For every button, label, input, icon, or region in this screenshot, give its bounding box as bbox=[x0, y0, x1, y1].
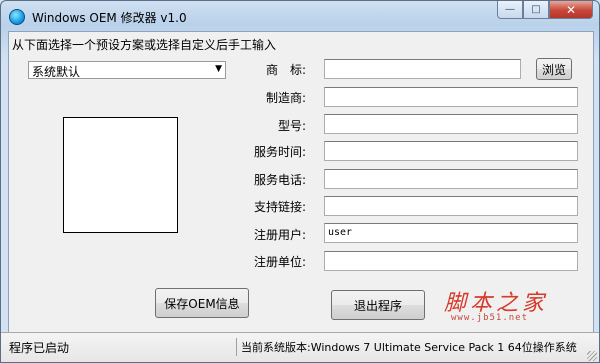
model-input[interactable] bbox=[324, 114, 578, 134]
trademark-input[interactable] bbox=[324, 59, 521, 79]
exit-button[interactable]: 退出程序 bbox=[331, 290, 425, 320]
status-divider bbox=[236, 338, 237, 356]
support-hours-input[interactable] bbox=[324, 141, 578, 161]
manufacturer-input[interactable] bbox=[324, 87, 578, 107]
registered-organization-input[interactable] bbox=[324, 251, 578, 271]
support-phone-label: 服务电话: bbox=[253, 173, 306, 187]
registered-owner-label: 注册用户: bbox=[253, 228, 306, 242]
manufacturer-label: 制造商: bbox=[265, 91, 306, 105]
chevron-down-icon: ▼ bbox=[215, 64, 222, 74]
preset-selected-value: 系统默认 bbox=[32, 65, 81, 79]
support-url-input[interactable] bbox=[324, 196, 578, 216]
minimize-icon[interactable]: — bbox=[497, 1, 523, 19]
status-message: 程序已启动 bbox=[9, 341, 70, 355]
save-oem-button[interactable]: 保存OEM信息 bbox=[155, 288, 249, 318]
maximize-icon[interactable]: □ bbox=[523, 1, 549, 19]
title-bar[interactable]: Windows OEM 修改器 v1.0 — □ ✕ bbox=[1, 1, 599, 31]
caption-buttons: — □ ✕ bbox=[497, 1, 593, 21]
oem-logo-preview bbox=[63, 117, 178, 233]
instruction-text: 从下面选择一个预设方案或选择自定义后手工输入 bbox=[12, 38, 277, 52]
status-bar: 程序已启动 当前系统版本:Windows 7 Ultimate Service … bbox=[1, 332, 599, 362]
support-hours-label: 服务时间: bbox=[253, 145, 306, 159]
preset-select[interactable]: 系统默认 ▼ bbox=[28, 61, 226, 79]
app-icon bbox=[9, 9, 25, 25]
trademark-label: 商 标: bbox=[265, 63, 306, 77]
window-title: Windows OEM 修改器 v1.0 bbox=[32, 11, 187, 25]
support-url-label: 支持链接: bbox=[253, 200, 306, 214]
registered-organization-label: 注册单位: bbox=[253, 255, 306, 269]
system-version-text: 当前系统版本:Windows 7 Ultimate Service Pack 1… bbox=[241, 341, 577, 354]
app-window: Windows OEM 修改器 v1.0 — □ ✕ 从下面选择一个预设方案或选… bbox=[0, 0, 600, 363]
support-phone-input[interactable] bbox=[324, 169, 578, 189]
browse-button[interactable]: 浏览 bbox=[536, 58, 572, 80]
resize-grip-icon[interactable] bbox=[587, 351, 597, 361]
watermark-url: www.jb51.net bbox=[451, 313, 529, 323]
registered-owner-input[interactable]: user bbox=[324, 223, 578, 243]
close-icon[interactable]: ✕ bbox=[549, 1, 593, 19]
model-label: 型号: bbox=[277, 119, 306, 133]
